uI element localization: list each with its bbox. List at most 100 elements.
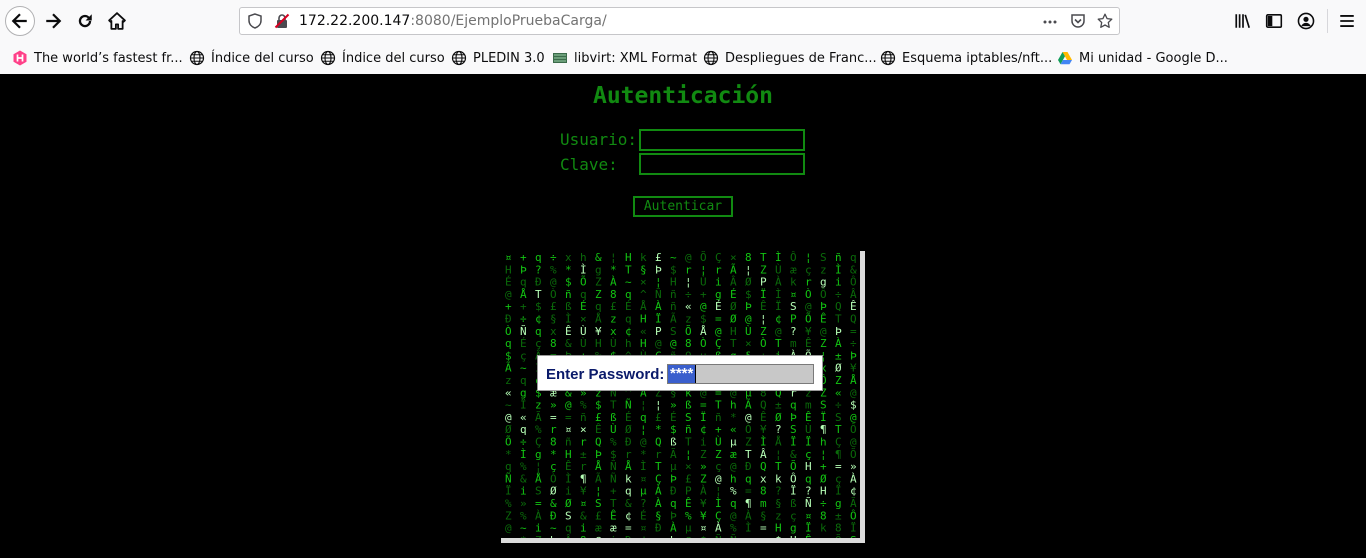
libvirt-icon bbox=[553, 53, 567, 63]
bookmark-item[interactable]: Mi unidad - Google D... bbox=[1057, 49, 1228, 67]
svg-text:S: S bbox=[595, 497, 602, 510]
svg-text:&: & bbox=[550, 497, 557, 510]
svg-text:T: T bbox=[685, 436, 692, 449]
pocket-icon[interactable] bbox=[1070, 13, 1086, 29]
svg-text:Þ: Þ bbox=[520, 263, 527, 276]
svg-text:q: q bbox=[505, 460, 512, 473]
svg-text:Ê: Ê bbox=[805, 411, 812, 424]
home-button[interactable] bbox=[102, 6, 132, 36]
svg-text:«: « bbox=[835, 386, 842, 399]
svg-text:Ç: Ç bbox=[715, 251, 722, 264]
star-icon[interactable] bbox=[1097, 13, 1113, 29]
address-bar[interactable]: 172.22.200.147:8080/EjemploPruebaCarga/ bbox=[239, 7, 1120, 35]
svg-text:h: h bbox=[730, 399, 737, 412]
svg-text:Ð: Ð bbox=[670, 485, 677, 498]
svg-text:Ï: Ï bbox=[850, 522, 857, 535]
svg-text:ñ: ñ bbox=[715, 411, 722, 424]
svg-text:h: h bbox=[550, 534, 557, 538]
svg-text:ç: ç bbox=[805, 448, 812, 461]
svg-text:£: £ bbox=[685, 472, 692, 485]
bookmark-label: Despliegues de Franc... bbox=[725, 50, 877, 66]
svg-text:m: m bbox=[760, 497, 767, 510]
bookmark-label: libvirt: XML Format bbox=[574, 50, 698, 66]
svg-text:q: q bbox=[520, 423, 527, 436]
svg-text:q: q bbox=[745, 472, 752, 485]
svg-text:*: * bbox=[520, 534, 527, 538]
svg-text:μ: μ bbox=[730, 436, 737, 449]
account-icon[interactable] bbox=[1297, 12, 1315, 30]
svg-text:Ì: Ì bbox=[775, 251, 782, 264]
svg-text:Â: Â bbox=[565, 534, 572, 538]
insecure-lock-icon[interactable] bbox=[274, 13, 290, 29]
svg-text:±: ± bbox=[580, 448, 587, 461]
svg-text:É: É bbox=[715, 300, 722, 313]
svg-text:@: @ bbox=[505, 411, 512, 424]
svg-text:q: q bbox=[640, 411, 647, 424]
svg-text:Ù: Ù bbox=[805, 423, 812, 436]
svg-text:T: T bbox=[775, 460, 782, 473]
svg-text:¦: ¦ bbox=[610, 251, 617, 264]
svg-text:@: @ bbox=[640, 436, 647, 449]
svg-text:r: r bbox=[715, 263, 722, 276]
svg-text:Ç: Ç bbox=[835, 436, 842, 449]
svg-text:@: @ bbox=[700, 300, 707, 313]
svg-text:É: É bbox=[640, 509, 647, 522]
library-icon[interactable] bbox=[1234, 12, 1252, 30]
url-text[interactable]: 172.22.200.147:8080/EjemploPruebaCarga/ bbox=[299, 13, 607, 29]
svg-text:ß: ß bbox=[565, 300, 572, 313]
svg-text:×: × bbox=[580, 313, 587, 326]
bookmark-item[interactable]: Índice del curso bbox=[189, 49, 314, 67]
svg-text:8: 8 bbox=[820, 509, 827, 522]
svg-text:É: É bbox=[625, 300, 632, 313]
bookmark-item[interactable]: Índice del curso bbox=[320, 49, 445, 67]
authenticate-button[interactable]: Autenticar bbox=[633, 196, 733, 217]
svg-text:¶: ¶ bbox=[580, 472, 587, 485]
svg-text:Ï: Ï bbox=[655, 313, 662, 326]
bookmark-item[interactable]: The world’s fastest fr... bbox=[12, 49, 183, 67]
svg-text:¦: ¦ bbox=[685, 276, 692, 289]
svg-text:À: À bbox=[535, 509, 542, 522]
svg-text:Z: Z bbox=[760, 263, 767, 276]
shield-icon[interactable] bbox=[247, 13, 263, 29]
svg-text:8: 8 bbox=[745, 251, 752, 264]
svg-text:8: 8 bbox=[835, 522, 842, 535]
svg-text:Ò: Ò bbox=[700, 337, 707, 350]
svg-text:Ñ: Ñ bbox=[655, 288, 662, 301]
svg-text:ñ: ñ bbox=[670, 300, 677, 313]
svg-text:Þ: Þ bbox=[670, 472, 677, 485]
svg-text:q: q bbox=[520, 374, 527, 387]
svg-text:=: = bbox=[760, 522, 767, 535]
svg-text:Ç: Ç bbox=[535, 436, 542, 449]
svg-text:H: H bbox=[805, 460, 812, 473]
forward-button[interactable] bbox=[38, 6, 68, 36]
svg-text:»: » bbox=[700, 460, 707, 473]
svg-text:Z: Z bbox=[745, 436, 752, 449]
svg-text:8: 8 bbox=[550, 337, 557, 350]
svg-text:¢: ¢ bbox=[775, 313, 782, 326]
svg-text:Ð: Ð bbox=[550, 509, 557, 522]
hamburger-menu-icon[interactable] bbox=[1338, 12, 1356, 30]
svg-text:h: h bbox=[730, 472, 737, 485]
svg-text:Õ: Õ bbox=[805, 313, 812, 326]
svg-text:q: q bbox=[580, 288, 587, 301]
bookmark-item[interactable]: Esquema iptables/nft... bbox=[880, 49, 1052, 67]
svg-text:&: & bbox=[850, 263, 857, 276]
more-horizontal-icon[interactable] bbox=[1042, 14, 1058, 30]
back-button[interactable] bbox=[5, 6, 35, 36]
bookmark-item[interactable]: PLEDIN 3.0 bbox=[451, 49, 545, 67]
globe-icon bbox=[451, 50, 467, 66]
sidebar-icon[interactable] bbox=[1265, 12, 1283, 30]
svg-text:Ñ: Ñ bbox=[730, 534, 737, 538]
bookmark-label: Mi unidad - Google D... bbox=[1079, 50, 1228, 66]
bookmark-item[interactable]: libvirt: XML Format bbox=[552, 49, 697, 67]
username-input[interactable] bbox=[639, 129, 805, 151]
svg-text:g: g bbox=[535, 448, 542, 461]
svg-text:Å: Å bbox=[520, 288, 527, 301]
svg-text:m: m bbox=[805, 399, 812, 412]
bookmark-item[interactable]: Despliegues de Franc... bbox=[703, 49, 877, 67]
svg-text:À: À bbox=[655, 300, 662, 313]
svg-text:Å: Å bbox=[640, 300, 647, 313]
svg-text:&: & bbox=[580, 509, 587, 522]
password-input[interactable] bbox=[639, 153, 805, 175]
reload-button[interactable] bbox=[70, 6, 100, 36]
